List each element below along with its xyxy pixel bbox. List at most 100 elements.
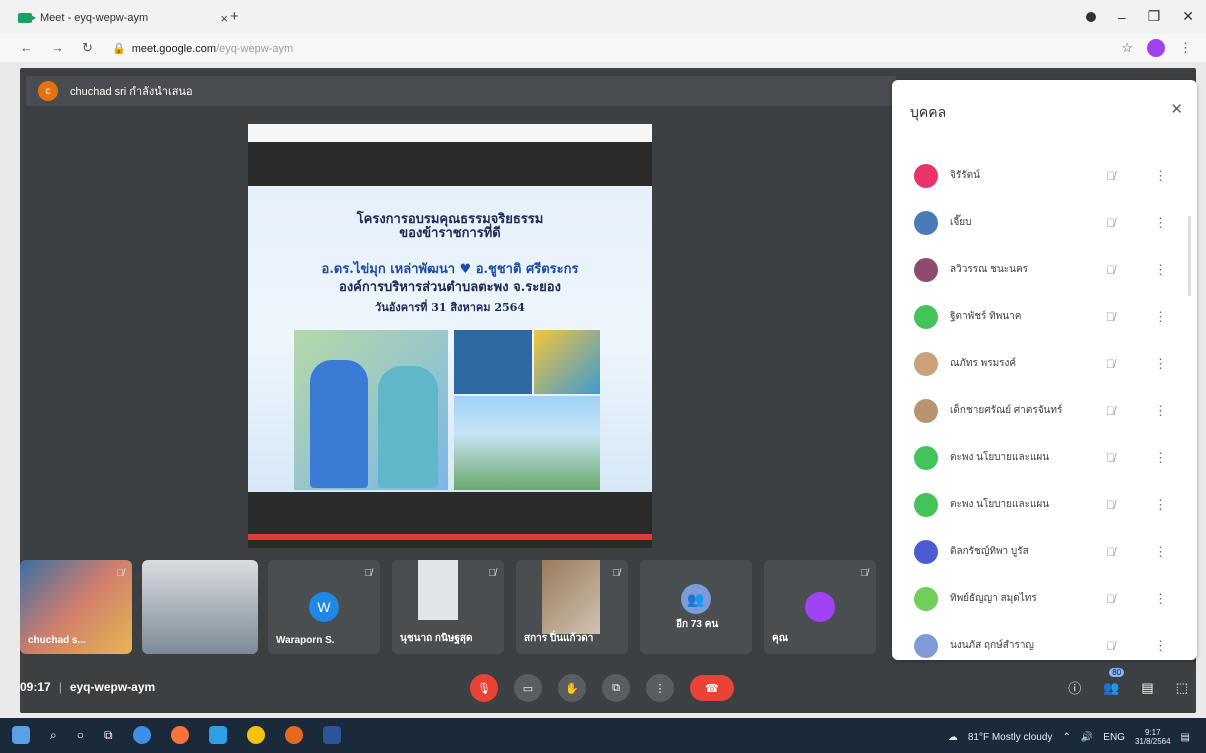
lock-icon: 🔒 [112,43,126,55]
reload-icon[interactable]: ↻ [82,40,93,56]
camera-toggle-button[interactable]: ▭ [514,674,542,702]
edge-icon[interactable] [132,726,151,744]
browser-tab[interactable]: Meet - eyq-wepw-aym × [18,6,228,30]
list-item[interactable]: ทิพย์ธัญญา สมุดไทร 🎙̸ ⋮ [892,575,1182,622]
self-avatar [805,592,835,622]
back-icon[interactable]: ← [20,40,33,56]
participant-name: นุชนาถ กนิษฐสุด [400,633,473,644]
participant-avatar [914,539,938,564]
list-item[interactable]: ตะพง นโยบายและแผน 🎙̸ ⋮ [892,434,1182,481]
list-item[interactable]: ฐิตาพัชร์ ทิพนาค 🎙̸ ⋮ [892,293,1182,340]
more-options-icon[interactable]: ⋮ [1154,309,1167,325]
presenter-avatar: c [38,81,58,101]
list-item[interactable]: ณภัทร พรมรงค์ 🎙̸ ⋮ [892,340,1182,387]
more-options-icon[interactable]: ⋮ [1154,403,1167,419]
meeting-info: 09:17 | eyq-wepw-aym [20,680,155,694]
task-view-icon[interactable]: ⧉ [104,728,113,743]
participant-name: ดิลกรัชญ์ทิพา บูรัส [950,546,1029,557]
participant-tile[interactable]: 🎙̸ W Waraporn S. [268,560,380,654]
more-options-button[interactable]: ⋮ [646,674,674,702]
present-screen-button[interactable]: ⧉ [602,674,630,702]
close-panel-icon[interactable]: ✕ [1170,100,1183,118]
people-button[interactable]: 👥 80 [1103,667,1125,696]
address-bar: ← → ↻ 🔒 meet.google.com/eyq-wepw-aym ☆ ⋮ [0,34,1206,62]
activities-icon[interactable]: ⬚ [1176,680,1188,696]
chrome-icon[interactable] [246,726,265,744]
word-icon[interactable] [322,726,341,744]
clock[interactable]: 9:17 31/8/2564 [1135,728,1171,746]
slide-title-line2: ของข้าราชการที่ดี [399,226,501,241]
profile-avatar[interactable] [1147,39,1165,57]
cortana-icon[interactable]: ○ [77,728,84,742]
self-tile[interactable]: 🎙̸ คุณ [764,560,876,654]
side-controls: ⓘ 👥 80 ▤ ⬚ [1068,667,1188,697]
presentation-toolbar [248,124,652,142]
app-icon[interactable] [284,726,303,744]
participant-avatar [914,586,938,611]
forward-icon[interactable]: → [51,40,64,56]
search-icon[interactable]: ⌕ [50,728,57,743]
tab-close-icon[interactable]: × [220,11,228,26]
speaker-man-figure [310,360,368,488]
more-options-icon[interactable]: ⋮ [1154,168,1167,184]
raise-hand-button[interactable]: ✋ [558,674,586,702]
list-item[interactable]: เจี๊ยบ 🎙̸ ⋮ [892,199,1182,246]
more-participants-tile[interactable]: 👥 อีก 73 คน [640,560,752,654]
restore-icon[interactable]: ❐ [1148,8,1161,25]
weather-text[interactable]: 81°F Mostly cloudy [968,732,1053,743]
chat-icon[interactable]: ▤ [1141,680,1153,696]
panel-scrollbar[interactable] [1188,216,1191,296]
participant-name: ลวิวรรณ ชนะนคร [950,264,1029,275]
participant-name: Waraporn S. [276,635,335,646]
participant-avatar [914,210,938,235]
language-indicator[interactable]: ENG [1103,732,1125,743]
list-item[interactable]: ลวิวรรณ ชนะนคร 🎙̸ ⋮ [892,246,1182,293]
firefox-icon[interactable] [170,726,189,744]
slide-date: วันอังคารที่ 31 สิงหาคม 2564 [375,301,525,314]
minimize-icon[interactable]: – [1118,9,1126,25]
more-options-icon[interactable]: ⋮ [1154,638,1167,654]
notification-icon[interactable]: ▤ [1181,732,1190,743]
windows-start-icon[interactable] [12,726,30,744]
participant-tile[interactable]: 🎙̸ นุชนาถ กนิษฐสุด [392,560,504,654]
participant-list: จิรัรัตน์ 🎙̸ ⋮ เจี๊ยบ 🎙̸ ⋮ ลวิวรรณ ชนะนค… [892,152,1182,669]
bookmark-star-icon[interactable]: ☆ [1121,40,1133,56]
participant-avatar [914,351,938,376]
leave-call-button[interactable]: ☎ [690,675,734,701]
close-window-icon[interactable]: ✕ [1182,8,1194,25]
list-item[interactable]: ดิลกรัชญ์ทิพา บูรัส 🎙̸ ⋮ [892,528,1182,575]
participant-tile[interactable]: 🎙̸ chuchad s... [20,560,132,654]
participant-tile[interactable]: 🎙̸ สการ ปิ่นแก้วดา [516,560,628,654]
mic-off-icon: 🎙̸ [1106,262,1115,277]
nav-buttons: ← → ↻ [20,40,93,56]
more-options-icon[interactable]: ⋮ [1154,497,1167,513]
participant-avatar [914,398,938,423]
list-item[interactable]: จิรัรัตน์ 🎙̸ ⋮ [892,152,1182,199]
more-options-icon[interactable]: ⋮ [1154,544,1167,560]
menu-dots-icon[interactable]: ⋮ [1179,40,1192,56]
presenter-text: chuchad sri กำลังนำเสนอ [70,86,193,98]
extension-icon[interactable] [1085,11,1096,22]
meeting-details-icon[interactable]: ⓘ [1068,678,1081,697]
meeting-info-separator: | [58,680,62,694]
speaker-woman-figure [378,366,438,488]
list-item[interactable]: ตะพง นโยบายและแผน 🎙̸ ⋮ [892,481,1182,528]
url-field[interactable]: 🔒 meet.google.com/eyq-wepw-aym [112,42,293,56]
participant-tile[interactable] [142,560,258,654]
more-options-icon[interactable]: ⋮ [1154,215,1167,231]
more-options-icon[interactable]: ⋮ [1154,591,1167,607]
more-options-icon[interactable]: ⋮ [1154,356,1167,372]
mic-toggle-button[interactable]: 🎙 [470,674,498,702]
list-item[interactable]: เด็กชายศรัณย์ ศาตรจันทร์ 🎙̸ ⋮ [892,387,1182,434]
volume-icon[interactable]: 🔊 [1081,732,1093,743]
tab-title: Meet - eyq-wepw-aym [40,12,149,24]
participant-avatar [914,163,938,188]
new-tab-button[interactable]: + [230,8,239,25]
list-item[interactable]: นงนภัส ฤกษ์สำราญ 🎙̸ ⋮ [892,622,1182,669]
system-tray: ☁ 81°F Mostly cloudy ⌃ 🔊 ENG 9:17 31/8/2… [948,728,1190,746]
more-options-icon[interactable]: ⋮ [1154,262,1167,278]
tray-up-icon[interactable]: ⌃ [1062,732,1070,743]
ie-icon[interactable] [208,726,227,744]
participant-video [542,560,600,634]
more-options-icon[interactable]: ⋮ [1154,450,1167,466]
